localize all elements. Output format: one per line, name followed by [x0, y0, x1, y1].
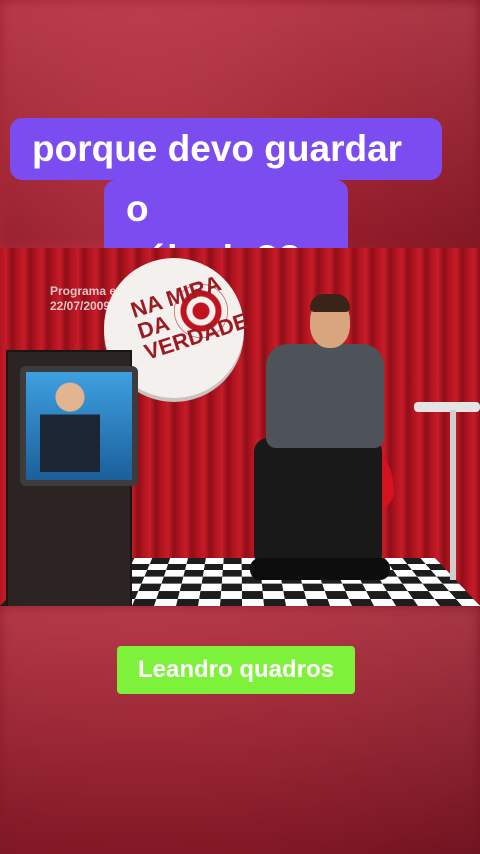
side-table — [414, 402, 480, 412]
presenter-shirt — [266, 344, 384, 448]
presenter-shoes — [250, 558, 390, 580]
bottom-blurred-background — [0, 606, 480, 854]
tv-presenter-image — [40, 376, 100, 472]
caption-line-1: porque devo guardar — [10, 118, 442, 180]
video-frame[interactable]: Programa exibido em 22/07/2009 NA MIRA D… — [0, 248, 480, 606]
name-badge: Leandro quadros — [117, 646, 355, 694]
side-table-stand — [450, 410, 456, 580]
presenter-legs — [254, 438, 382, 568]
presenter-hair — [310, 294, 350, 312]
